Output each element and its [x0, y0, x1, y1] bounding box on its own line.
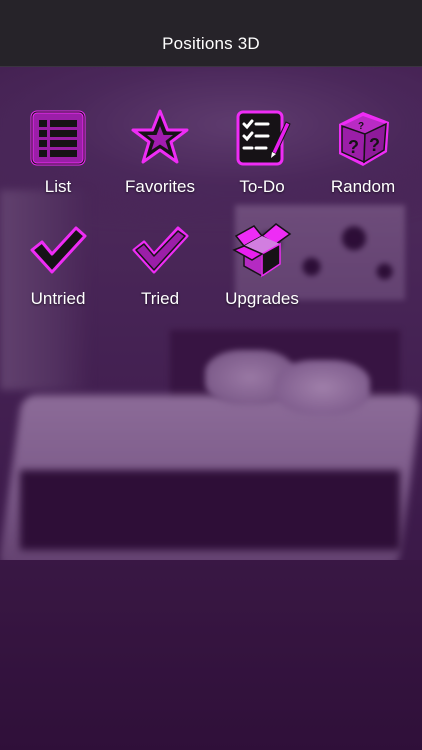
menu-item-favorites[interactable]: Favorites [110, 108, 210, 208]
menu-item-todo[interactable]: To-Do [212, 108, 312, 208]
nav-title: Positions 3D [162, 34, 260, 53]
app-screen: Positions 3D List Favorites To-Do ? ? ? … [0, 0, 422, 750]
navigation-bar: Positions 3D [0, 0, 422, 67]
menu-item-tried[interactable]: Tried [110, 220, 210, 320]
checkmark-dark-icon [28, 220, 88, 280]
menu-item-list[interactable]: List [8, 108, 108, 208]
menu-item-label: Random [330, 177, 396, 196]
menu-item-untried[interactable]: Untried [8, 220, 108, 320]
checkmark-purple-icon [130, 220, 190, 280]
star-icon [130, 108, 190, 168]
list-icon [28, 108, 88, 168]
menu-item-random[interactable]: ? ? ? Random [313, 108, 413, 208]
svg-text:?: ? [358, 121, 364, 132]
menu-item-label: Upgrades [225, 289, 299, 308]
menu-item-upgrades[interactable]: Upgrades [212, 220, 312, 320]
open-box-icon [232, 220, 292, 280]
svg-text:?: ? [369, 135, 380, 155]
svg-text:?: ? [348, 137, 359, 157]
question-dice-icon: ? ? ? [333, 108, 393, 168]
todo-checklist-icon [232, 108, 292, 168]
